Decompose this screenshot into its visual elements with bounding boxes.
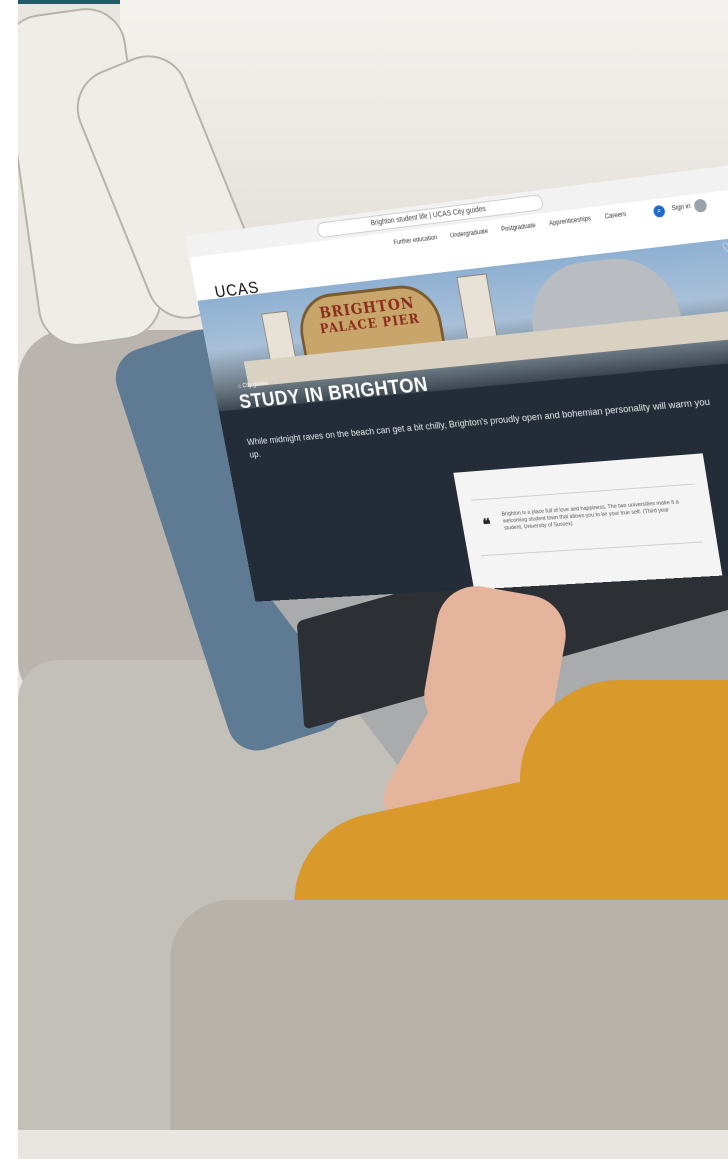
quote-rule-bottom	[480, 541, 703, 557]
quote-text: Brighton is a place full of love and hap…	[501, 499, 680, 532]
quote-icon: ❝	[481, 516, 493, 534]
photo-scene: Brighton student life | UCAS City guides…	[0, 0, 728, 1159]
grey-cushion	[170, 900, 728, 1130]
quote-rule-top	[471, 483, 694, 501]
pier-tower-right	[456, 273, 498, 343]
laptop-screen: Brighton student life | UCAS City guides…	[185, 162, 728, 602]
white-frame-edge	[0, 0, 18, 1159]
quote-card: ❝ Brighton is a place full of love and h…	[453, 453, 723, 590]
